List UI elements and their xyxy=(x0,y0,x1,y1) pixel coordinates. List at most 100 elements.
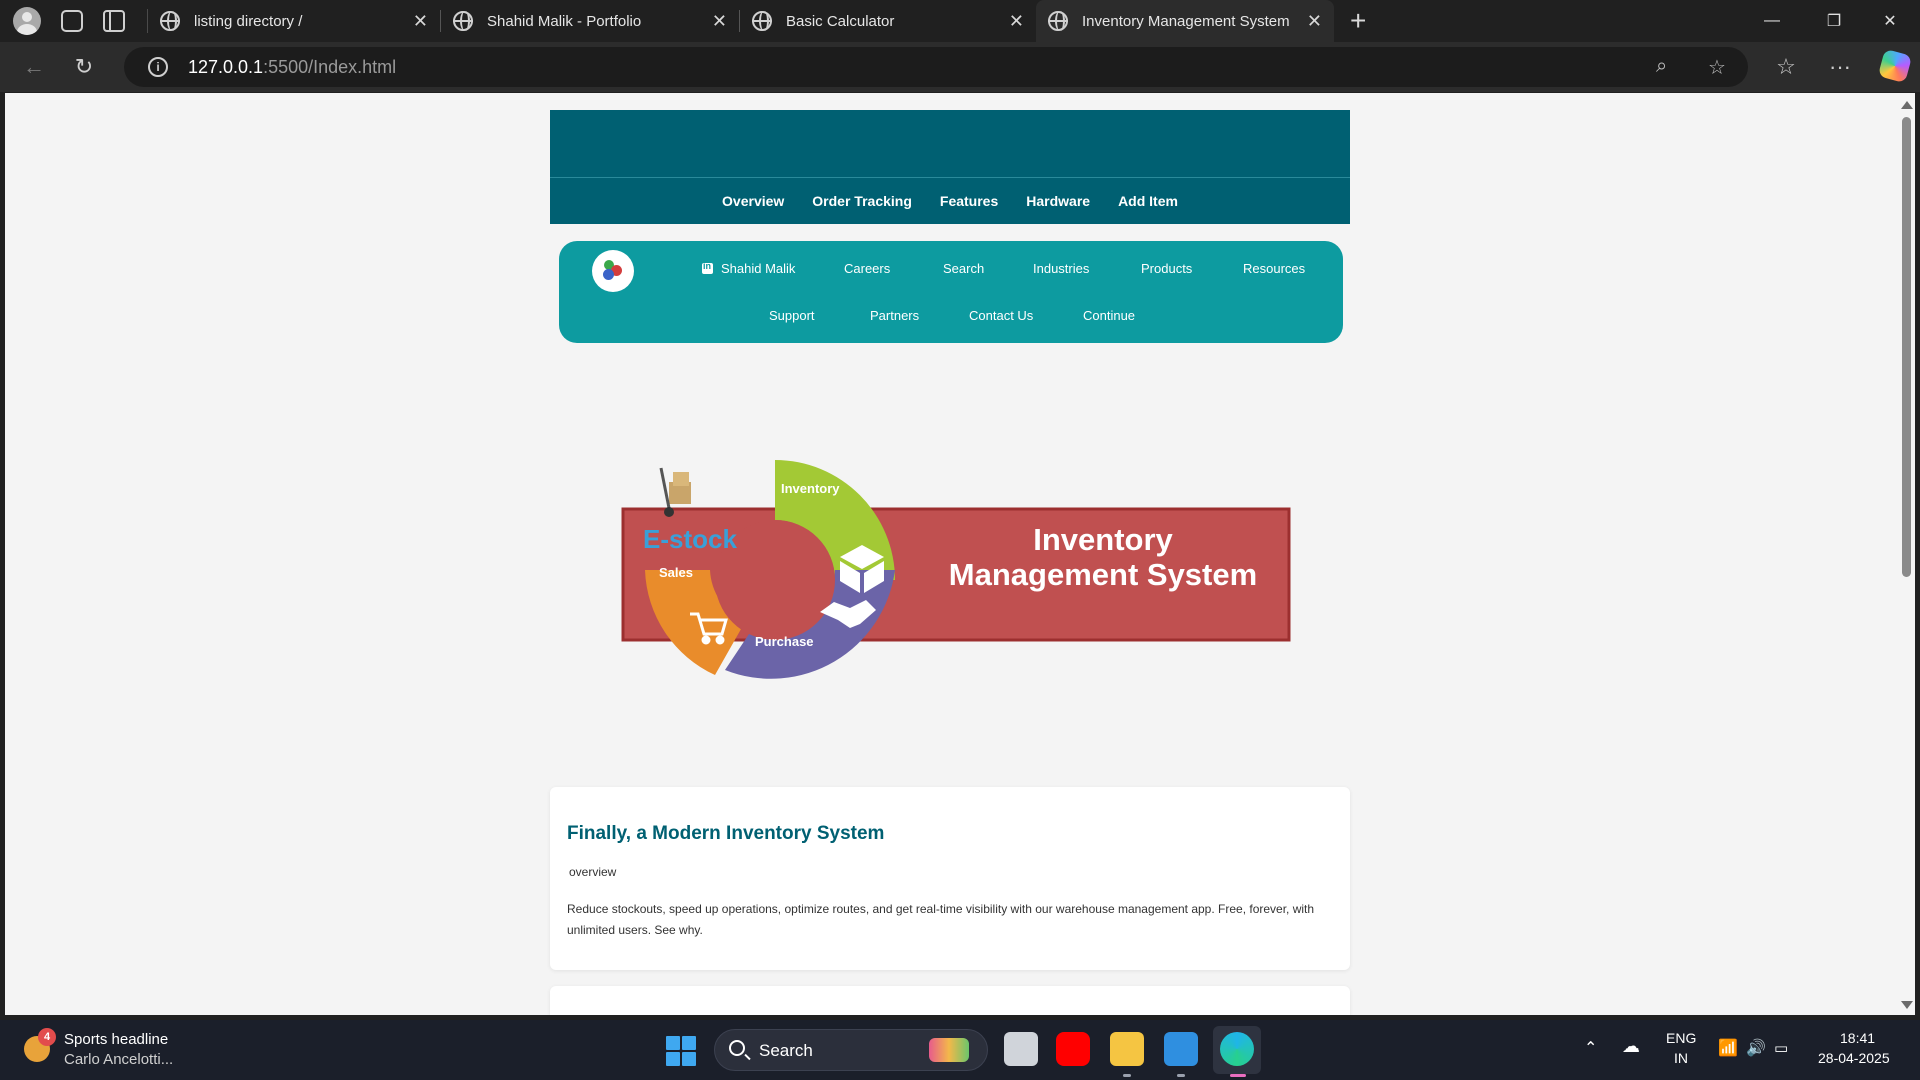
banner-title-line2: Management System xyxy=(949,557,1257,592)
nav-industries[interactable]: Industries xyxy=(1033,261,1089,276)
page-scrollbar[interactable] xyxy=(1898,93,1915,1015)
nav-overview[interactable]: Overview xyxy=(722,193,784,209)
image-alt-text: overview xyxy=(569,865,617,879)
file-explorer-icon[interactable] xyxy=(1110,1032,1144,1066)
onedrive-icon[interactable]: ☁ xyxy=(1622,1036,1640,1057)
language-region[interactable]: IN xyxy=(1674,1050,1688,1066)
vertical-tabs-icon[interactable] xyxy=(103,10,125,32)
site-logo-icon[interactable] xyxy=(592,250,634,292)
card-body: Reduce stockouts, speed up operations, o… xyxy=(567,902,1315,937)
youtube-icon[interactable] xyxy=(1056,1032,1090,1066)
restore-button[interactable]: ❐ xyxy=(1806,0,1862,42)
tab-inventory-management[interactable]: Inventory Management System ✕ xyxy=(1036,0,1334,42)
browser-toolbar: ← ↻ i 127.0.0.1:5500/Index.html ⌕ ☆ ☆ ··… xyxy=(0,42,1920,92)
favorites-icon[interactable]: ☆ xyxy=(1766,47,1806,87)
banner-title-line1: Inventory xyxy=(1033,522,1173,557)
globe-icon xyxy=(1048,11,1068,31)
battery-icon[interactable]: ▭ xyxy=(1774,1039,1788,1057)
overview-card: Finally, a Modern Inventory System overv… xyxy=(550,787,1350,970)
url-text[interactable]: 127.0.0.1:5500/Index.html xyxy=(188,57,396,78)
segment-label-sales: Sales xyxy=(659,565,693,580)
page-viewport: Overview Order Tracking Features Hardwar… xyxy=(5,93,1898,1015)
banner-brand: E-stock xyxy=(643,524,737,554)
task-view-icon[interactable] xyxy=(1004,1032,1038,1066)
nav-partners[interactable]: Partners xyxy=(870,308,919,323)
news-subtitle[interactable]: Carlo Ancelotti... xyxy=(64,1051,173,1068)
nav-search[interactable]: Search xyxy=(943,261,984,276)
url-host: 127.0.0.1 xyxy=(188,56,264,77)
tab-portfolio[interactable]: Shahid Malik - Portfolio ✕ xyxy=(441,0,739,42)
close-tab-icon[interactable]: ✕ xyxy=(712,11,727,32)
favorite-star-icon[interactable]: ☆ xyxy=(1708,55,1726,80)
copilot-icon[interactable] xyxy=(1877,48,1913,84)
profile-avatar-icon[interactable] xyxy=(13,7,41,35)
nav-profile-link[interactable]: Shahid Malik xyxy=(702,261,795,276)
globe-icon xyxy=(453,11,473,31)
clock-date[interactable]: 28-04-2025 xyxy=(1818,1050,1890,1066)
broken-image: overview xyxy=(567,865,616,879)
nav-contact-us[interactable]: Contact Us xyxy=(969,308,1033,323)
reload-button[interactable]: ↻ xyxy=(64,47,104,87)
browser-tab-strip: listing directory / ✕ Shahid Malik - Por… xyxy=(0,0,1920,42)
zoom-icon[interactable]: ⌕ xyxy=(1656,55,1667,78)
active-indicator xyxy=(1230,1074,1246,1077)
running-indicator xyxy=(1177,1074,1185,1077)
volume-icon[interactable]: 🔊 xyxy=(1746,1038,1766,1058)
nav-continue[interactable]: Continue xyxy=(1083,308,1135,323)
close-tab-icon[interactable]: ✕ xyxy=(413,11,428,32)
search-icon xyxy=(729,1040,745,1056)
edge-icon[interactable] xyxy=(1220,1032,1254,1066)
clock-time[interactable]: 18:41 xyxy=(1840,1030,1875,1046)
nav-order-tracking[interactable]: Order Tracking xyxy=(812,193,912,209)
main-nav: Overview Order Tracking Features Hardwar… xyxy=(550,178,1350,224)
profile-link-label: Shahid Malik xyxy=(721,261,796,276)
new-tab-button[interactable]: + xyxy=(1350,5,1366,37)
nav-add-item[interactable]: Add Item xyxy=(1118,193,1178,209)
nav-resources[interactable]: Resources xyxy=(1243,261,1305,276)
workspaces-icon[interactable] xyxy=(61,10,83,32)
close-window-button[interactable]: ✕ xyxy=(1862,0,1918,42)
tab-title: listing directory / xyxy=(194,12,303,30)
next-card xyxy=(550,986,1350,1015)
start-windows-icon[interactable] xyxy=(666,1036,696,1066)
tab-title: Basic Calculator xyxy=(786,12,895,30)
windows-taskbar: 4 Sports headline Carlo Ancelotti... Sea… xyxy=(0,1020,1920,1080)
close-tab-icon[interactable]: ✕ xyxy=(1009,11,1024,32)
nav-hardware[interactable]: Hardware xyxy=(1026,193,1090,209)
tab-title: Shahid Malik - Portfolio xyxy=(487,12,642,30)
nav-careers[interactable]: Careers xyxy=(844,261,890,276)
running-indicator xyxy=(1123,1074,1131,1077)
scroll-thumb[interactable] xyxy=(1902,117,1911,577)
tab-listing-directory[interactable]: listing directory / ✕ xyxy=(148,0,440,42)
taskbar-search-label: Search xyxy=(759,1041,813,1060)
vscode-icon[interactable] xyxy=(1164,1032,1198,1066)
close-tab-icon[interactable]: ✕ xyxy=(1307,11,1322,32)
language-code[interactable]: ENG xyxy=(1666,1030,1696,1046)
back-button[interactable]: ← xyxy=(14,47,54,87)
scroll-up-icon[interactable] xyxy=(1901,101,1913,109)
site-header: Overview Order Tracking Features Hardwar… xyxy=(550,110,1350,224)
scroll-down-icon[interactable] xyxy=(1901,1001,1913,1009)
globe-icon xyxy=(752,11,772,31)
tab-basic-calculator[interactable]: Basic Calculator ✕ xyxy=(740,0,1036,42)
taskbar-search[interactable]: Search xyxy=(714,1029,988,1071)
news-badge: 4 xyxy=(38,1028,56,1046)
linkedin-icon xyxy=(702,261,713,274)
site-info-icon[interactable]: i xyxy=(148,57,168,77)
address-bar[interactable]: i 127.0.0.1:5500/Index.html ⌕ ☆ xyxy=(124,47,1748,87)
wifi-icon[interactable]: 📶 xyxy=(1718,1038,1738,1058)
minimize-button[interactable]: — xyxy=(1744,0,1800,42)
nav-features[interactable]: Features xyxy=(940,193,998,209)
url-path: :5500/Index.html xyxy=(263,56,397,77)
globe-icon xyxy=(160,11,180,31)
segment-label-inventory: Inventory xyxy=(781,481,840,496)
news-title[interactable]: Sports headline xyxy=(64,1031,168,1048)
show-hidden-icons[interactable]: ⌃ xyxy=(1584,1038,1597,1058)
hero-banner-image: E-stock Inventory Sales Purchase Invento… xyxy=(621,460,1291,679)
nav-products[interactable]: Products xyxy=(1141,261,1192,276)
secondary-nav: Shahid Malik Careers Search Industries P… xyxy=(559,241,1343,343)
more-menu-icon[interactable]: ··· xyxy=(1820,47,1860,87)
search-highlight-icon xyxy=(929,1038,969,1062)
segment-label-purchase: Purchase xyxy=(755,634,814,649)
nav-support[interactable]: Support xyxy=(769,308,815,323)
